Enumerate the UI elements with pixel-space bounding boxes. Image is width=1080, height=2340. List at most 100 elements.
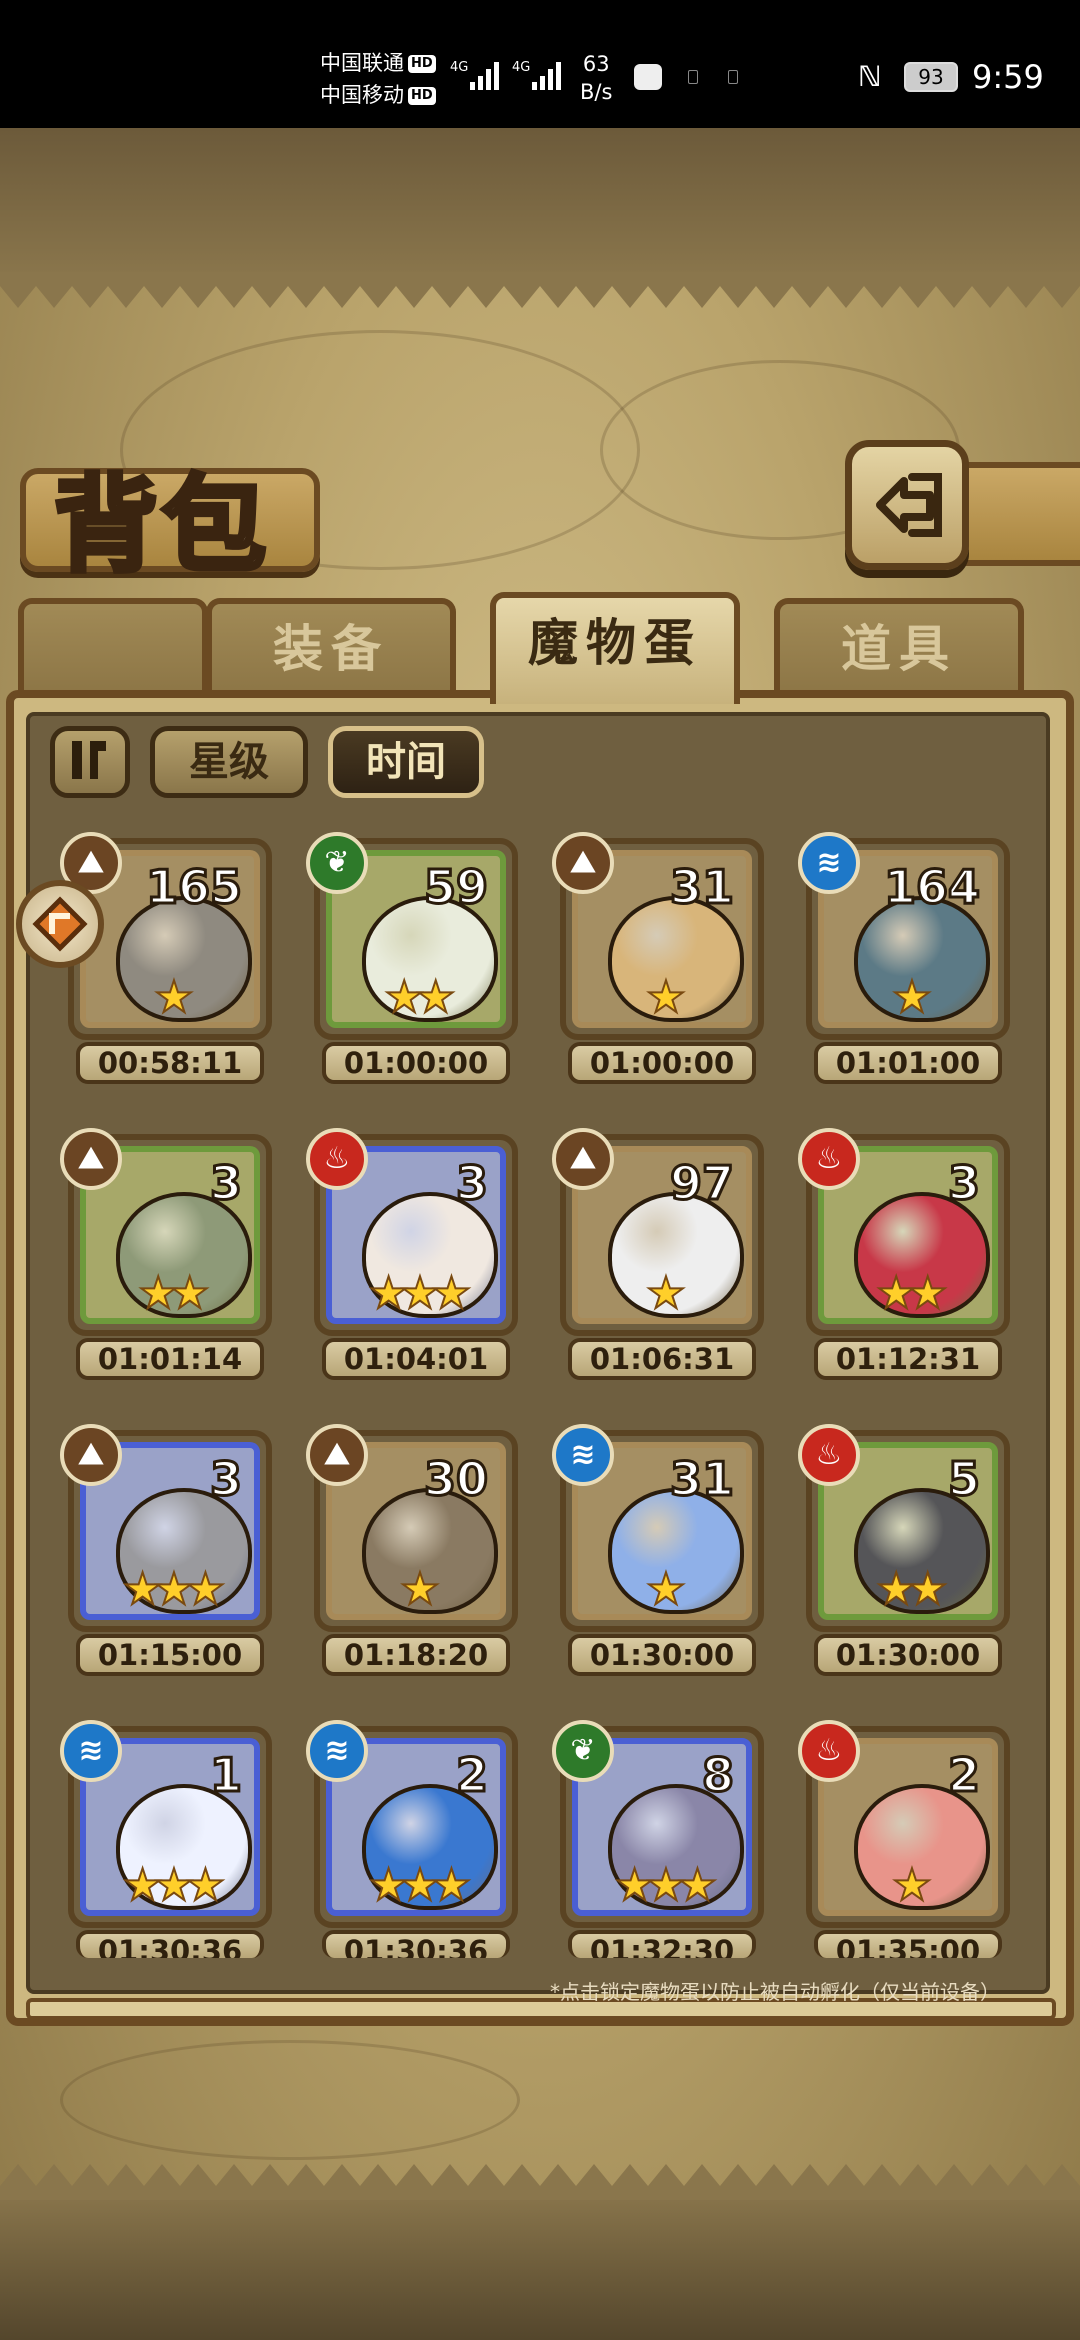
star-icon: ★ [891, 972, 933, 1023]
star-icon: ★ [153, 1860, 195, 1911]
sort-by-time-button[interactable]: 时间 [328, 726, 484, 798]
star-icon: ★ [645, 1268, 687, 1319]
fire-element-icon: ♨ [798, 1128, 860, 1190]
star-icon: ★ [431, 1268, 473, 1319]
water-element-icon: ≋ [552, 1424, 614, 1486]
net-speed: 63 B/s [580, 52, 613, 104]
hatch-timer: 01:18:20 [322, 1634, 510, 1676]
hatch-timer: 01:30:00 [568, 1634, 756, 1676]
tab-items[interactable]: 道具 [774, 598, 1024, 692]
lock-hint-footnote: *点击锁定魔物蛋以防止被自动孵化（仅当前设备） [550, 1980, 1000, 2004]
star-icon: ★ [876, 1268, 918, 1319]
star-icon: ★ [122, 1860, 164, 1911]
clock: 9:59 [972, 58, 1044, 96]
sort-order-toggle-button[interactable] [50, 726, 130, 798]
hatch-timer: 01:04:01 [322, 1338, 510, 1380]
page-title: 背包 [51, 462, 271, 589]
tab-monster-egg[interactable]: 魔物蛋 [490, 592, 740, 704]
star-icon: ★ [645, 1860, 687, 1911]
battery-indicator: 93 [904, 62, 958, 92]
egg-count: 31 [668, 859, 735, 916]
plant-element-icon: ❦ [306, 832, 368, 894]
hatch-timer: 01:00:00 [568, 1042, 756, 1084]
egg-count: 3 [208, 1451, 243, 1508]
egg-stars: ★★ [332, 973, 500, 1023]
egg-count: 97 [668, 1155, 735, 1212]
sort-by-star-button[interactable]: 星级 [150, 726, 308, 798]
fire-element-icon: ♨ [306, 1128, 368, 1190]
hatch-timer: 01:06:31 [568, 1338, 756, 1380]
tab-spacer [18, 598, 208, 692]
earth-element-icon: ⛰ [552, 1128, 614, 1190]
hatch-timer: 01:12:31 [814, 1338, 1002, 1380]
plant-element-icon: ❦ [552, 1720, 614, 1782]
egg-stars: ★ [578, 1268, 746, 1319]
carrier-2: 中国移动 HD [320, 80, 436, 110]
star-icon: ★ [907, 1564, 949, 1615]
star-icon: ★ [614, 1860, 656, 1911]
map-decoration [60, 2040, 520, 2160]
notification-icon [728, 70, 738, 84]
signal-icon [470, 62, 499, 90]
star-icon: ★ [645, 972, 687, 1023]
egg-count: 3 [946, 1155, 981, 1212]
egg-stars: ★★ [824, 1268, 992, 1319]
star-icon: ★ [907, 1268, 949, 1319]
egg-count: 59 [422, 859, 489, 916]
fire-element-icon: ♨ [798, 1720, 860, 1782]
egg-stars: ★★★ [86, 1564, 254, 1615]
egg-count: 31 [668, 1451, 735, 1508]
egg-count: 5 [946, 1451, 981, 1508]
hatch-timer: 01:35:00 [814, 1930, 1002, 1958]
zigzag-border-top [0, 272, 1080, 308]
lock-icon [32, 896, 88, 952]
egg-stars: ★★★ [332, 1860, 500, 1911]
hatch-timer: 01:00:00 [322, 1042, 510, 1084]
hatch-timer: 01:01:14 [76, 1338, 264, 1380]
egg-count: 2 [946, 1747, 981, 1804]
star-icon: ★ [169, 1268, 211, 1319]
tab-equipment[interactable]: 装备 [206, 598, 456, 692]
star-icon: ★ [122, 1564, 164, 1615]
star-icon: ★ [645, 1564, 687, 1615]
egg-count: 164 [882, 859, 981, 916]
egg-count: 3 [208, 1155, 243, 1212]
egg-stars: ★ [578, 972, 746, 1023]
star-icon: ★ [431, 1860, 473, 1911]
network-type-1: 4G [450, 60, 469, 75]
egg-stars: ★★★ [332, 1268, 500, 1319]
egg-count: 8 [700, 1747, 735, 1804]
notification-icon [688, 70, 698, 84]
egg-stars: ★ [824, 972, 992, 1023]
star-icon: ★ [153, 1564, 195, 1615]
egg-stars: ★★★ [86, 1860, 254, 1911]
network-type-2: 4G [512, 60, 531, 75]
egg-count: 165 [144, 859, 243, 916]
star-icon: ★ [368, 1860, 410, 1911]
egg-count: 2 [454, 1747, 489, 1804]
star-icon: ★ [399, 1268, 441, 1319]
carrier-1: 中国联通 HD [320, 48, 436, 78]
earth-element-icon: ⛰ [60, 1424, 122, 1486]
egg-count: 30 [422, 1451, 489, 1508]
star-icon: ★ [138, 1268, 180, 1319]
earth-element-icon: ⛰ [60, 1128, 122, 1190]
hatch-timer: 01:30:36 [322, 1930, 510, 1958]
star-icon: ★ [185, 1564, 227, 1615]
hatch-timer: 01:15:00 [76, 1634, 264, 1676]
star-icon: ★ [153, 972, 195, 1023]
back-rail [950, 462, 1080, 566]
star-icon: ★ [185, 1860, 227, 1911]
egg-count: 3 [454, 1155, 489, 1212]
star-icon: ★ [891, 1860, 933, 1911]
lock-egg-button[interactable] [16, 880, 104, 968]
signal-icon [532, 62, 561, 90]
hatch-timer: 00:58:11 [76, 1042, 264, 1084]
fire-element-icon: ♨ [798, 1424, 860, 1486]
zigzag-border-bottom [0, 2164, 1080, 2200]
star-icon: ★ [399, 1860, 441, 1911]
back-button[interactable] [845, 440, 969, 570]
egg-stars: ★ [824, 1860, 992, 1911]
egg-stars: ★ [86, 972, 254, 1023]
sort-order-icon [72, 741, 106, 779]
